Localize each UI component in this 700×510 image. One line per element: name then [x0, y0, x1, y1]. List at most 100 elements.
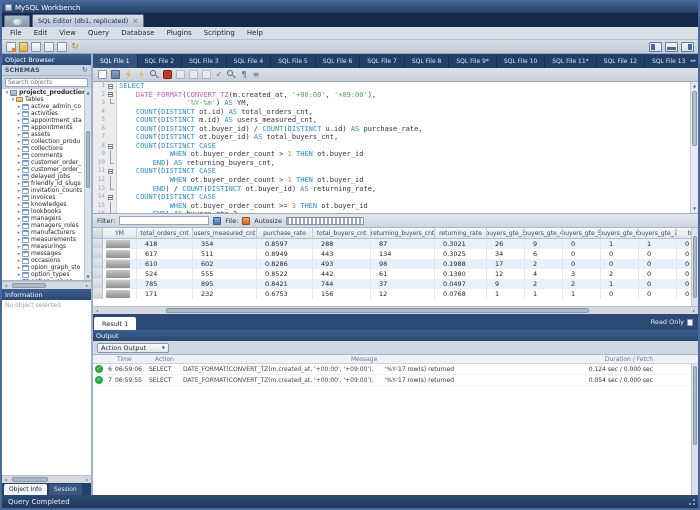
open-connection-icon[interactable] [19, 42, 28, 52]
table-row[interactable]: 1712320.6753156120.0768111000 [93, 289, 698, 299]
edit-icon[interactable] [213, 217, 221, 225]
fold-marker[interactable] [107, 167, 116, 176]
tree-item-table[interactable]: ▸managers_roles [2, 222, 91, 229]
table-cell[interactable]: 61 [371, 269, 435, 279]
menu-item-file[interactable]: File [4, 29, 28, 37]
column-header[interactable]: buyers_gte_7 [639, 228, 677, 239]
sql-editor-tab[interactable]: SQL Editor (db1, replicated) × [32, 14, 144, 27]
table-cell[interactable]: 37 [371, 279, 435, 289]
info-horizontal-scrollbar[interactable]: ◂ ▸ [2, 475, 91, 483]
sql-file-tab[interactable]: SQL File 7 [360, 54, 405, 68]
table-cell[interactable]: 3 [563, 269, 601, 279]
table-cell[interactable]: 1 [601, 239, 639, 249]
toggle-autocommit-icon[interactable] [176, 70, 185, 79]
code-line[interactable]: 11 COUNT(DISTINCT CASE [93, 167, 690, 176]
code-line[interactable]: 5 COUNT(DISTINCT m.id) AS users_measured… [93, 116, 690, 125]
close-tab-icon[interactable]: × [132, 18, 138, 24]
table-cell[interactable]: 34 [487, 249, 525, 259]
row-selector[interactable] [93, 279, 103, 289]
table-cell[interactable]: 511 [193, 249, 257, 259]
table-cell[interactable]: 493 [313, 259, 371, 269]
fold-marker[interactable] [107, 91, 116, 100]
table-cell[interactable]: 98 [371, 259, 435, 269]
ym-cell[interactable] [103, 289, 137, 299]
menu-item-help[interactable]: Help [241, 29, 269, 37]
row-selector[interactable] [93, 259, 103, 269]
tree-item-table[interactable]: ▸collections [2, 145, 91, 152]
tab-session[interactable]: Session [49, 484, 82, 495]
grid-horizontal-scrollbar[interactable]: ◂ ▸ [93, 306, 698, 314]
sql-file-tab[interactable]: SQL File 5 [271, 54, 316, 68]
table-cell[interactable]: 524 [137, 269, 193, 279]
sql-file-tab[interactable]: SQL File 3 [182, 54, 227, 68]
table-cell[interactable]: 0.8421 [257, 279, 313, 289]
sql-file-tab[interactable]: SQL File 10 [497, 54, 545, 68]
table-cell[interactable]: 0 [563, 259, 601, 269]
menu-item-plugins[interactable]: Plugins [161, 29, 198, 37]
ym-cell[interactable] [103, 249, 137, 259]
code-line[interactable]: 8 COUNT(DISTINCT CASE [93, 142, 690, 151]
tree-item-table[interactable]: ▸opion_graph_sto [2, 264, 91, 271]
sql-code-editor[interactable]: 1SELECT2 DATE_FORMAT(CONVERT_TZ(m.create… [93, 82, 698, 213]
fold-marker[interactable] [107, 142, 116, 151]
row-selector[interactable] [93, 269, 103, 279]
row-selector[interactable] [93, 239, 103, 249]
menu-item-query[interactable]: Query [82, 29, 115, 37]
scroll-left-icon[interactable]: ◂ [93, 307, 101, 314]
table-cell[interactable]: 0.6753 [257, 289, 313, 299]
menu-item-edit[interactable]: Edit [28, 29, 54, 37]
output-row[interactable]: ✓706:59:55SELECTDATE_FORMAT(CONVERT_TZ(m… [93, 375, 698, 386]
table-row[interactable]: 4183540.8597288870.30212690110 [93, 239, 698, 249]
fold-marker[interactable] [107, 82, 116, 91]
refresh-schemas-icon[interactable]: ↻ [82, 66, 88, 74]
tree-item-table[interactable]: ▸appointment_sta [2, 117, 91, 124]
table-cell[interactable]: 0 [639, 279, 677, 289]
code-line[interactable]: 12 WHEN ot.buyer_order_count > 1 THEN ot… [93, 176, 690, 185]
search-icon[interactable] [227, 70, 236, 79]
code-line[interactable]: 14 COUNT(DISTINCT CASE [93, 193, 690, 202]
table-cell[interactable]: 26 [487, 239, 525, 249]
column-header[interactable]: returning_buyers_cnt [371, 228, 435, 239]
scroll-down-icon[interactable]: ▼ [85, 273, 91, 280]
table-cell[interactable]: 617 [137, 249, 193, 259]
tree-item-table[interactable]: ▸lookbooks [2, 208, 91, 215]
refresh-icon[interactable]: ↻ [70, 42, 80, 52]
table-cell[interactable]: 0 [601, 249, 639, 259]
column-header[interactable]: buyers_gte_4 [525, 228, 563, 239]
table-cell[interactable]: 1 [601, 279, 639, 289]
tree-item-table[interactable]: ▸messages [2, 250, 91, 257]
column-header[interactable]: buyers_gte_3 [487, 228, 525, 239]
table-cell[interactable]: 0 [601, 259, 639, 269]
table-row[interactable]: 5245550.8522442610.13801243200 [93, 269, 698, 279]
table-cell[interactable]: 1 [563, 289, 601, 299]
table-cell[interactable]: 17 [487, 259, 525, 269]
table-cell[interactable]: 9 [487, 279, 525, 289]
scroll-right-icon[interactable]: ▸ [83, 282, 91, 289]
ym-cell[interactable] [103, 279, 137, 289]
table-cell[interactable]: 602 [193, 259, 257, 269]
scroll-left-icon[interactable]: ◂ [2, 476, 10, 483]
menu-item-scripting[interactable]: Scripting [198, 29, 241, 37]
new-connection-icon[interactable] [6, 42, 16, 52]
sql-file-tab[interactable]: SQL File 8 [405, 54, 450, 68]
tree-item-table[interactable]: ▸delayed_jobs [2, 173, 91, 180]
tree-item-schema[interactable]: ▾ projectc_production [2, 89, 91, 96]
table-cell[interactable]: 0.1380 [435, 269, 487, 279]
fold-marker[interactable] [107, 193, 116, 202]
sql-file-tab[interactable]: SQL File 12 [597, 54, 645, 68]
filter-input[interactable] [119, 216, 209, 225]
tree-item-table[interactable]: ▸measurings [2, 243, 91, 250]
table-cell[interactable]: 0 [563, 239, 601, 249]
scroll-right-icon[interactable]: ▸ [83, 476, 91, 483]
scroll-up-icon[interactable]: ▲ [85, 89, 91, 96]
column-header[interactable]: users_measured_cnt [193, 228, 257, 239]
tree-item-table[interactable]: ▸appointments [2, 124, 91, 131]
code-line[interactable]: 7 COUNT(DISTINCT ot.buyer_id) AS total_b… [93, 133, 690, 142]
scroll-tabs-left-icon[interactable]: ◂ [690, 58, 693, 64]
table-cell[interactable]: 0.8522 [257, 269, 313, 279]
table-cell[interactable]: 1 [639, 239, 677, 249]
tree-item-tables[interactable]: ▾ Tables [2, 96, 91, 103]
code-line[interactable]: 10 END) AS returning_buyers_cnt, [93, 159, 690, 168]
table-cell[interactable]: 0.3025 [435, 249, 487, 259]
sql-file-tab[interactable]: SQL File 4 [227, 54, 272, 68]
